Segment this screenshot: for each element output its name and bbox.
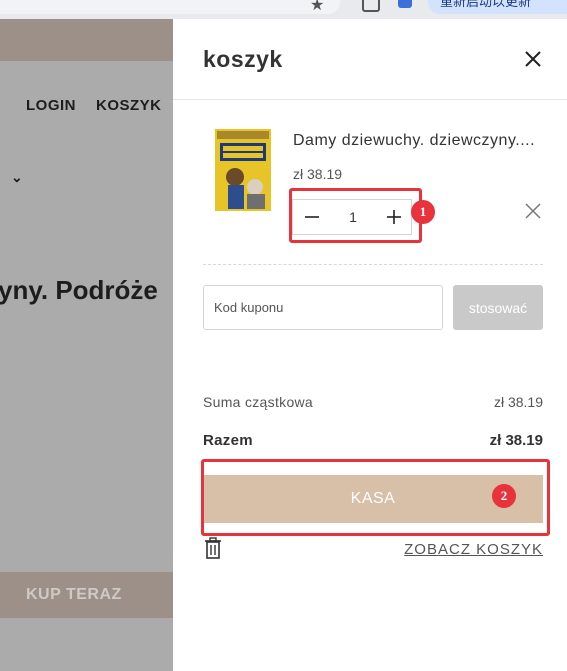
chevron-down-icon[interactable]: ⌄ [11,169,23,186]
buy-now-label: KUP TERAZ [26,586,122,603]
close-icon[interactable] [521,47,545,71]
apply-coupon-button[interactable]: stosować [453,285,543,330]
subtotal-label: Suma cząstkowa [203,394,314,410]
annotation-badge-2: 2 [492,484,516,508]
cart-item-price: zł 38.19 [293,166,343,182]
coupon-input[interactable] [203,285,443,330]
address-bar[interactable] [0,0,340,14]
browser-update-pill[interactable]: 重新启动以更新 [428,0,567,14]
cart-item-title[interactable]: Damy dziewuchy. dziewczyny.... [293,132,535,150]
subtotal-value: zł 38.19 [493,394,543,410]
trash-icon[interactable] [203,537,223,559]
browser-toolbar: ★ 重新启动以更新 [0,0,567,19]
book-cover-thumbnail[interactable] [215,129,271,211]
total-value: zł 38.19 [489,432,543,449]
extension-icon[interactable] [362,0,380,12]
nav-login-link[interactable]: LOGIN [26,97,76,114]
product-headline: yny. Podróże [0,275,158,305]
cart-title: koszyk [203,46,283,72]
extension-icon[interactable] [398,0,412,8]
total-label: Razem [203,432,253,449]
cart-drawer: koszyk Damy dziewuchy. dziewczyny.... zł… [173,19,567,671]
highlight-box-quantity [289,188,422,243]
view-cart-link[interactable]: ZOBACZ KOSZYK [404,541,543,558]
nav-cart-link[interactable]: KOSZYK [96,97,162,114]
bookmark-star-icon[interactable]: ★ [310,0,324,15]
divider [203,264,543,265]
remove-item-icon[interactable] [524,202,542,220]
cart-drawer-header: koszyk [173,19,567,100]
annotation-badge-1: 1 [411,200,435,224]
buy-now-button[interactable]: KUP TERAZ [0,572,200,618]
